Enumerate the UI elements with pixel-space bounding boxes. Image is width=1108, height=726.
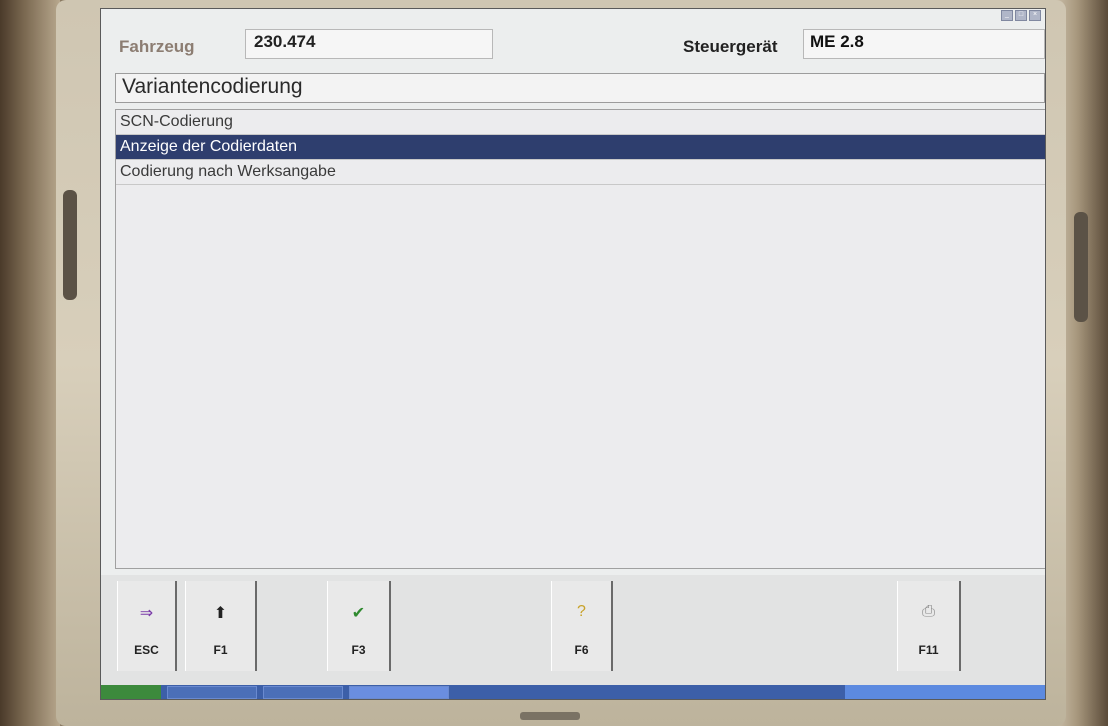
section-title: Variantencodierung bbox=[115, 73, 1045, 103]
ecu-label: Steuergerät bbox=[683, 37, 778, 56]
f6-button[interactable]: ? F6 bbox=[551, 581, 613, 671]
menu-list: SCN-Codierung Anzeige der Codierdaten Co… bbox=[115, 109, 1045, 569]
minimize-icon[interactable]: _ bbox=[1001, 9, 1013, 21]
ecu-field: ME 2.8 bbox=[803, 29, 1045, 59]
f1-button[interactable]: ⬆ F1 bbox=[185, 581, 257, 671]
printer-icon: ⎙ bbox=[922, 603, 935, 620]
desk-left bbox=[0, 0, 60, 726]
bezel-logo bbox=[520, 712, 580, 720]
taskbar-item[interactable] bbox=[167, 685, 257, 699]
menu-item-anzeige-codierdaten[interactable]: Anzeige der Codierdaten bbox=[116, 135, 1045, 160]
taskbar-item-active[interactable] bbox=[349, 685, 449, 699]
maximize-icon[interactable]: □ bbox=[1015, 9, 1027, 21]
esc-button[interactable]: ⇒ ESC bbox=[117, 581, 177, 671]
f11-button[interactable]: ⎙ F11 bbox=[897, 581, 961, 671]
f11-button-label: F11 bbox=[918, 643, 939, 657]
window-titlebar: _ □ × bbox=[741, 9, 1041, 21]
taskbar bbox=[101, 685, 1045, 699]
vehicle-label: Fahrzeug bbox=[119, 37, 195, 56]
menu-item-scn-codierung[interactable]: SCN-Codierung bbox=[116, 110, 1045, 135]
f3-button-label: F3 bbox=[351, 643, 366, 657]
esc-button-label: ESC bbox=[134, 643, 159, 657]
menu-item-codierung-werksangabe[interactable]: Codierung nach Werksangabe bbox=[116, 160, 1045, 185]
function-key-bar: ⇒ ESC ⬆ F1 ✔ F3 ? F6 ⎙ F11 bbox=[101, 575, 1045, 685]
checkmark-icon: ✔ bbox=[351, 605, 366, 622]
f6-button-label: F6 bbox=[574, 643, 589, 657]
application-window: _ □ × Fahrzeug 230.474 Steuergerät ME 2.… bbox=[100, 8, 1046, 700]
start-button[interactable] bbox=[101, 685, 161, 699]
f1-button-label: F1 bbox=[213, 643, 228, 657]
close-icon[interactable]: × bbox=[1029, 9, 1041, 21]
vehicle-field: 230.474 bbox=[245, 29, 493, 59]
arrow-up-icon: ⬆ bbox=[213, 605, 228, 622]
exit-icon: ⇒ bbox=[139, 605, 154, 622]
bezel-latch-left bbox=[63, 190, 77, 300]
bezel-latch-right bbox=[1074, 212, 1088, 322]
taskbar-item[interactable] bbox=[263, 685, 343, 699]
header: Fahrzeug 230.474 Steuergerät ME 2.8 bbox=[101, 23, 1045, 67]
system-tray bbox=[845, 685, 1045, 699]
f3-button[interactable]: ✔ F3 bbox=[327, 581, 391, 671]
help-icon: ? bbox=[577, 603, 586, 620]
window-controls: _ □ × bbox=[1001, 9, 1041, 21]
